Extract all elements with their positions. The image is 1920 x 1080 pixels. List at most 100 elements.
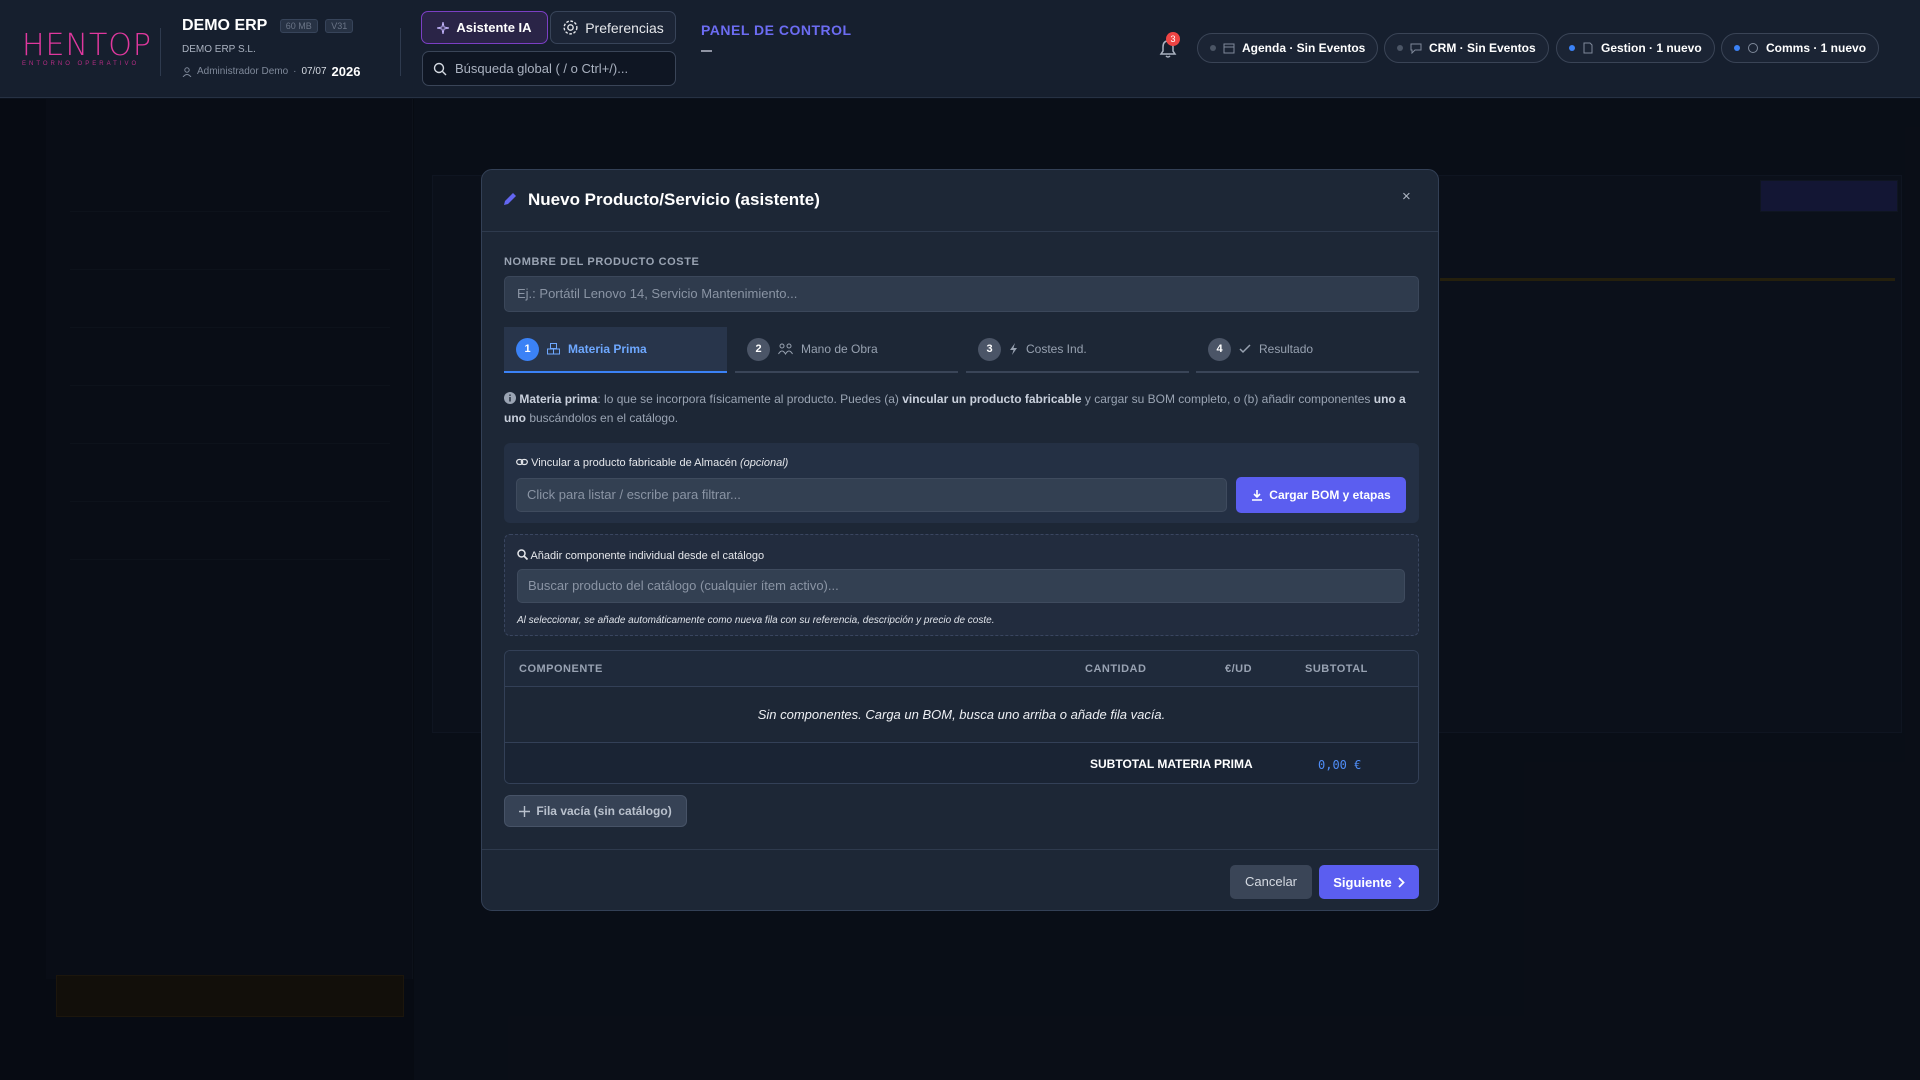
info-icon: [504, 392, 516, 404]
download-icon: [1252, 490, 1263, 501]
catalog-search-input[interactable]: Buscar producto del catálogo (cualquier …: [517, 569, 1405, 603]
divider: [400, 28, 401, 76]
empty-table-message: Sin componentes. Carga un BOM, busca uno…: [757, 707, 1166, 722]
column-header-cantidad: CANTIDAD: [1085, 663, 1147, 675]
current-year: 2026: [331, 64, 361, 79]
step-number: 2: [747, 337, 770, 361]
company-name: DEMO ERP S.L.: [182, 44, 256, 55]
app-name: DEMO ERP: [182, 17, 268, 34]
document-icon: [1583, 42, 1593, 54]
subtotal-value: 0,00 €: [1318, 758, 1362, 772]
version-badge: V31: [325, 18, 354, 33]
user-name: Administrador Demo: [197, 66, 289, 77]
status-dot: [1569, 45, 1575, 51]
gestion-status-pill[interactable]: Gestion · 1 nuevo: [1556, 33, 1715, 63]
check-icon: [1239, 344, 1251, 354]
gear-icon: [563, 20, 578, 35]
add-component-label: Añadir componente individual desde el ca…: [517, 549, 764, 562]
modal-footer: Cancelar Siguiente: [482, 849, 1438, 910]
step-number: 3: [978, 337, 1001, 361]
status-dot: [1210, 45, 1216, 51]
tab-materia-prima[interactable]: 1 Materia Prima: [504, 327, 727, 373]
step-number: 1: [516, 337, 539, 361]
bolt-icon: [1010, 343, 1017, 355]
ai-assistant-button[interactable]: Asistente IA: [421, 11, 548, 44]
product-name-label: NOMBRE DEL PRODUCTO COSTE: [504, 256, 700, 268]
modal-title: Nuevo Producto/Servicio (asistente): [528, 190, 820, 209]
sparkle-icon: [437, 21, 450, 34]
catalog-search-placeholder: Buscar producto del catálogo (cualquier …: [528, 578, 839, 593]
comms-status-label: Comms · 1 nuevo: [1766, 41, 1867, 55]
column-header-componente: COMPONENTE: [519, 663, 603, 675]
size-badge: 60 MB: [279, 18, 318, 33]
tab-label: Costes Ind.: [1026, 342, 1087, 356]
global-search-input[interactable]: Búsqueda global ( / o Ctrl+/)...: [422, 51, 676, 86]
tab-mano-de-obra[interactable]: 2 Mano de Obra: [735, 327, 958, 373]
logo-wordmark: HENTOP: [22, 28, 152, 63]
user-icon: [182, 66, 192, 77]
info-text-part: buscándolos en el catálogo.: [526, 411, 679, 425]
product-name-placeholder: Ej.: Portátil Lenovo 14, Servicio Manten…: [517, 286, 798, 301]
cancel-button[interactable]: Cancelar: [1230, 865, 1312, 899]
link-product-label: Vincular a producto fabricable de Almacé…: [516, 457, 788, 469]
boxes-icon: [547, 343, 560, 355]
link-icon: [516, 458, 528, 466]
preferences-button[interactable]: Preferencias: [550, 11, 676, 44]
optional-tag: (opcional): [740, 457, 789, 469]
table-footer: SUBTOTAL MATERIA PRIMA 0,00 €: [505, 742, 1418, 783]
add-empty-row-label: Fila vacía (sin catálogo): [536, 804, 672, 818]
users-icon: [778, 343, 793, 355]
column-header-subtotal: SUBTOTAL: [1305, 663, 1368, 675]
tab-label: Materia Prima: [568, 342, 647, 356]
table-header: COMPONENTE CANTIDAD €/UD SUBTOTAL: [505, 651, 1418, 687]
fabricable-product-placeholder: Click para listar / escribe para filtrar…: [527, 487, 741, 502]
step-number: 4: [1208, 337, 1231, 361]
user-line: Administrador Demo · 07/07 2026: [182, 64, 360, 79]
plus-icon: [519, 805, 531, 817]
next-label: Siguiente: [1333, 874, 1392, 890]
pencil-icon: [504, 193, 516, 205]
search-icon: [433, 62, 447, 75]
search-placeholder: Búsqueda global ( / o Ctrl+/)...: [455, 61, 629, 76]
add-empty-row-button[interactable]: Fila vacía (sin catálogo): [504, 795, 687, 827]
load-bom-button[interactable]: Cargar BOM y etapas: [1236, 477, 1406, 513]
close-icon[interactable]: ×: [1402, 188, 1411, 205]
chevron-right-icon: [1398, 876, 1405, 888]
status-dot: [1734, 45, 1740, 51]
app-logo[interactable]: HENTOP ENTORNO OPERATIVO: [22, 28, 152, 68]
link-product-section: Vincular a producto fabricable de Almacé…: [504, 443, 1419, 523]
info-emphasis: vincular un producto fabricable: [902, 392, 1082, 406]
agenda-status-pill[interactable]: Agenda · Sin Eventos: [1197, 33, 1379, 63]
tab-costes-ind[interactable]: 3 Costes Ind.: [966, 327, 1189, 373]
components-table: COMPONENTE CANTIDAD €/UD SUBTOTAL Sin co…: [504, 650, 1419, 784]
notification-badge: 3: [1166, 32, 1180, 46]
add-component-note: Al seleccionar, se añade automáticamente…: [517, 615, 995, 626]
current-date: 07/07: [301, 66, 327, 77]
tab-resultado[interactable]: 4 Resultado: [1196, 327, 1419, 373]
message-icon: [1748, 43, 1758, 53]
company-block: DEMO ERP 60 MB V31 DEMO ERP S.L. Adminis…: [182, 17, 360, 79]
tab-label: Resultado: [1259, 342, 1314, 356]
load-bom-label: Cargar BOM y etapas: [1269, 488, 1391, 502]
comms-status-pill[interactable]: Comms · 1 nuevo: [1721, 33, 1880, 63]
add-component-label-text: Añadir componente individual desde el ca…: [530, 550, 765, 562]
info-term: Materia prima: [519, 392, 598, 406]
add-component-section: Añadir componente individual desde el ca…: [504, 534, 1419, 636]
fabricable-product-select[interactable]: Click para listar / escribe para filtrar…: [516, 478, 1227, 512]
preferences-label: Preferencias: [585, 19, 664, 36]
link-label-text: Vincular a producto fabricable de Almacé…: [531, 457, 737, 469]
status-dot: [1397, 45, 1403, 51]
subtotal-label: SUBTOTAL MATERIA PRIMA: [1090, 757, 1253, 771]
calendar-icon: [1223, 43, 1235, 54]
chat-icon: [1410, 43, 1422, 54]
column-header-price: €/UD: [1225, 663, 1253, 675]
new-product-modal: Nuevo Producto/Servicio (asistente) × NO…: [481, 169, 1439, 911]
title-underline: [701, 50, 712, 52]
crm-status-pill[interactable]: CRM · Sin Eventos: [1384, 33, 1549, 63]
logo-tagline: ENTORNO OPERATIVO: [22, 61, 140, 67]
product-name-input[interactable]: Ej.: Portátil Lenovo 14, Servicio Manten…: [504, 276, 1419, 312]
next-button[interactable]: Siguiente: [1319, 865, 1419, 899]
page-title: PANEL DE CONTROL: [701, 22, 852, 38]
divider: [160, 28, 161, 76]
info-text: Materia prima: lo que se incorpora físic…: [504, 390, 1419, 428]
